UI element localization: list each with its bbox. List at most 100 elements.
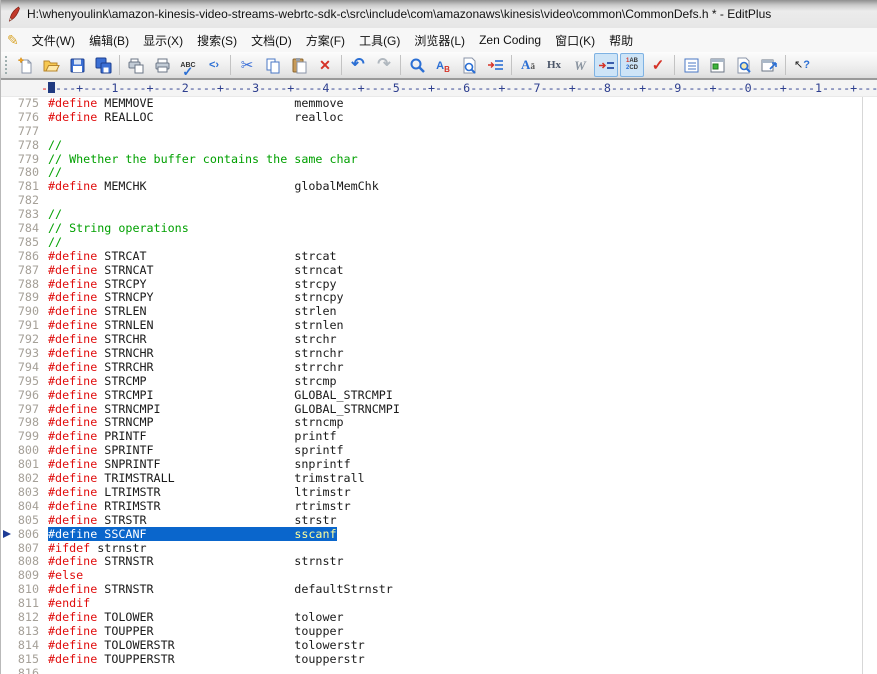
line-number: 781 xyxy=(17,179,39,194)
code-line[interactable]: 777 xyxy=(1,124,877,139)
menu-item-view[interactable]: 显示(X) xyxy=(136,29,190,52)
toolbar-undo-button[interactable]: ↶ xyxy=(346,53,370,77)
toolbar-preview-button[interactable] xyxy=(731,53,755,77)
code-line[interactable]: 782 xyxy=(1,193,877,208)
preview-icon xyxy=(734,56,752,74)
code-line[interactable]: 801 #define SNPRINTF snprintf xyxy=(1,457,877,472)
code-line[interactable]: 789 #define STRNCPY strncpy xyxy=(1,291,877,305)
toolbar-context-help-button[interactable]: ↖? xyxy=(790,53,814,77)
menu-item-document[interactable]: 文档(D) xyxy=(244,29,299,52)
toolbar-replace-button[interactable]: AB xyxy=(431,53,455,77)
code-line[interactable]: 816 xyxy=(1,666,877,674)
code-line[interactable]: 794 #define STRRCHR strrchr xyxy=(1,360,877,375)
code-line[interactable]: 805 #define STRSTR strstr xyxy=(1,513,877,528)
toolbar-word-wrap-button[interactable]: W xyxy=(568,53,592,77)
toolbar-goto-line-button[interactable] xyxy=(483,53,507,77)
toolbar-new-file-button[interactable] xyxy=(13,53,37,77)
code-line[interactable]: 797 #define STRNCMPI GLOBAL_STRNCMPI xyxy=(1,402,877,417)
toolbar-copy-button[interactable] xyxy=(261,53,285,77)
line-number: 780 xyxy=(17,165,39,180)
code-line[interactable]: 814 #define TOLOWERSTR tolowerstr xyxy=(1,638,877,653)
code-line[interactable]: 783 // xyxy=(1,207,877,222)
toolbar-html-toolbar-button[interactable] xyxy=(705,53,729,77)
code-line[interactable]: 796 #define STRCMPI GLOBAL_STRCMPI xyxy=(1,388,877,403)
menu-item-help[interactable]: 帮助 xyxy=(602,29,640,52)
code-text: #define SNPRINTF snprintf xyxy=(48,457,351,472)
code-text: #define STRNLEN strnlen xyxy=(48,318,344,333)
menu-item-window[interactable]: 窗口(K) xyxy=(548,29,602,52)
toolbar-save-button[interactable] xyxy=(65,53,89,77)
menu-item-browser[interactable]: 浏览器(L) xyxy=(407,29,472,52)
context-help-icon: ↖? xyxy=(794,58,810,71)
ruler-scale: ---+----1----+----2----+----3----+----4-… xyxy=(55,81,877,95)
line-number: 784 xyxy=(17,221,39,236)
toolbar-document-list-button[interactable] xyxy=(679,53,703,77)
line-number: 779 xyxy=(17,151,39,166)
toolbar-separator xyxy=(230,55,231,75)
code-line[interactable]: 804 #define RTRIMSTR rtrimstr xyxy=(1,499,877,514)
toolbar-find-in-files-button[interactable] xyxy=(457,53,481,77)
code-line[interactable]: 786 #define STRCAT strcat xyxy=(1,249,877,264)
code-line[interactable]: 793 #define STRNCHR strnchr xyxy=(1,346,877,361)
code-text: #define STRLEN strlen xyxy=(48,304,337,319)
code-line[interactable]: 810 #define STRNSTR defaultStrnstr xyxy=(1,582,877,597)
code-line[interactable]: 784 // String operations xyxy=(1,221,877,236)
toolbar-print-preview-button[interactable] xyxy=(124,53,148,77)
code-line[interactable]: 788 #define STRCPY strcpy xyxy=(1,276,877,292)
code-line[interactable]: 812 #define TOLOWER tolower xyxy=(1,610,877,625)
toolbar-line-numbers-button[interactable]: 1AB 2CD xyxy=(620,53,644,77)
code-line[interactable]: 791 #define STRNLEN strnlen xyxy=(1,318,877,333)
toolbar-delete-button[interactable]: ✕ xyxy=(313,53,337,77)
toolbar-save-all-button[interactable] xyxy=(91,53,115,77)
code-line[interactable]: 809 #else xyxy=(1,568,877,583)
code-line[interactable]: 795 #define STRCMP strcmp xyxy=(1,374,877,389)
code-line[interactable]: 779 // Whether the buffer contains the sa… xyxy=(1,151,877,167)
menu-item-project[interactable]: 方案(F) xyxy=(299,29,352,52)
code-editor[interactable]: 775 #define MEMMOVE memmove 776 #define REA… xyxy=(1,97,877,674)
code-line[interactable]: 781 #define MEMCHK globalMemChk xyxy=(1,179,877,194)
menu-item-search[interactable]: 搜索(S) xyxy=(190,29,244,52)
toolbar-open-external-button[interactable] xyxy=(757,53,781,77)
toolbar-find-button[interactable] xyxy=(405,53,429,77)
code-line[interactable]: 790 #define STRLEN strlen xyxy=(1,304,877,319)
code-line[interactable]: 806 #define SSCANF sscanf xyxy=(1,526,877,542)
code-line[interactable]: 780 // xyxy=(1,166,877,180)
line-number: 788 xyxy=(17,276,39,291)
toolbar-auto-indent-button[interactable] xyxy=(594,53,618,77)
toolbar-view-in-browser-button[interactable]: <› xyxy=(202,53,226,77)
code-line[interactable]: 798 #define STRNCMP strncmp xyxy=(1,416,877,430)
menu-item-zen-coding[interactable]: Zen Coding xyxy=(472,30,548,50)
code-line[interactable]: 803 #define LTRIMSTR ltrimstr xyxy=(1,485,877,500)
code-line[interactable]: 792 #define STRCHR strchr xyxy=(1,332,877,347)
code-line[interactable]: 787 #define STRNCAT strncat xyxy=(1,263,877,278)
code-text: #else xyxy=(48,568,84,583)
toolbar-print-button[interactable] xyxy=(150,53,174,77)
menu-item-edit[interactable]: 编辑(B) xyxy=(82,29,136,52)
code-line[interactable]: 785 // xyxy=(1,235,877,250)
toolbar-cut-button[interactable]: ✂ xyxy=(235,53,259,77)
code-line[interactable]: 811 #endif xyxy=(1,596,877,611)
code-line[interactable]: 815 #define TOUPPERSTR toupperstr xyxy=(1,652,877,667)
toolbar-paste-button[interactable] xyxy=(287,53,311,77)
toolbar-hex-viewer-button[interactable]: Hx xyxy=(542,53,566,77)
code-line[interactable]: 802 #define TRIMSTRALL trimstrall xyxy=(1,471,877,486)
toolbar-mark-button[interactable]: ✓ xyxy=(646,53,670,77)
title-bar[interactable]: H:\whenyoulink\amazon-kinesis-video-stre… xyxy=(1,0,877,28)
toolbar-open-file-button[interactable] xyxy=(39,53,63,77)
code-line[interactable]: 800 #define SPRINTF sprintf xyxy=(1,443,877,458)
code-line[interactable]: 776 #define REALLOC realloc xyxy=(1,110,877,125)
code-line[interactable]: 813 #define TOUPPER toupper xyxy=(1,624,877,639)
toolbar-convert-case-button[interactable]: Aā xyxy=(516,53,540,77)
toolbar-redo-button[interactable]: ↷ xyxy=(372,53,396,77)
code-line[interactable]: 807 #ifdef strnstr xyxy=(1,541,877,556)
code-line[interactable]: 808 #define STRNSTR strnstr xyxy=(1,554,877,569)
toolbar-grip-handle[interactable] xyxy=(4,55,9,75)
toolbar-spell-check-button[interactable]: ABC ✓ xyxy=(176,53,200,78)
menu-item-file[interactable]: 文件(W) xyxy=(25,29,82,52)
open-external-icon xyxy=(760,56,778,74)
menu-item-tools[interactable]: 工具(G) xyxy=(352,29,407,52)
code-line[interactable]: 799 #define PRINTF printf xyxy=(1,429,877,444)
code-line[interactable]: 778 // xyxy=(1,138,877,153)
code-line[interactable]: 775 #define MEMMOVE memmove xyxy=(1,97,877,111)
line-number: 789 xyxy=(17,290,39,305)
